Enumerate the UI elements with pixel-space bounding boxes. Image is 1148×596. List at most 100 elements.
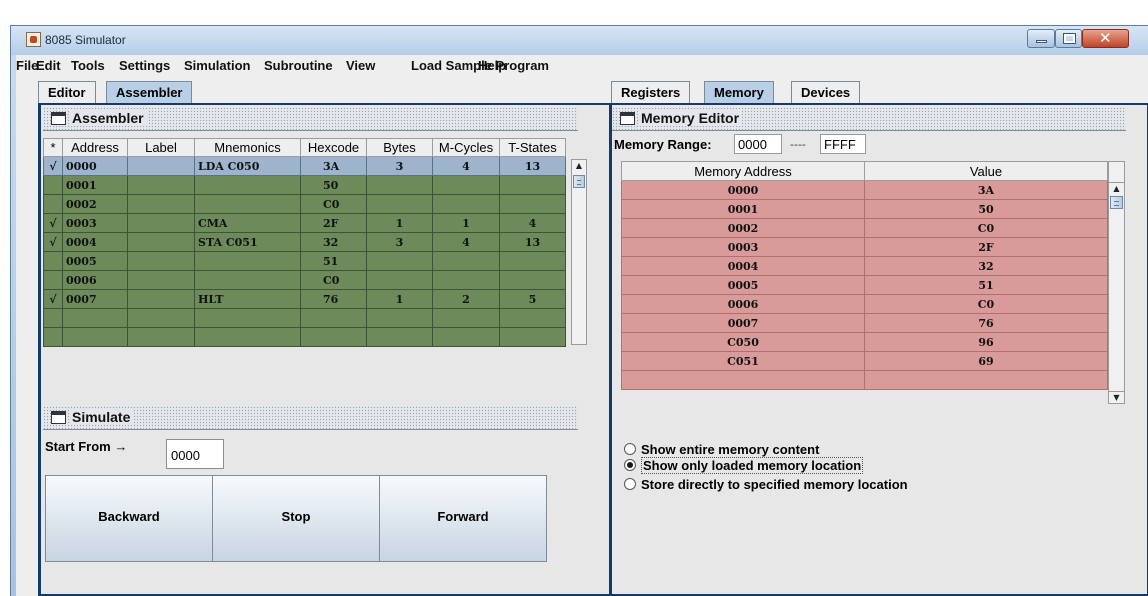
- cell-memory-address[interactable]: C051: [621, 351, 865, 371]
- cell-address[interactable]: 0007: [62, 289, 128, 309]
- cell-hexcode[interactable]: 2F: [300, 213, 367, 233]
- menu-view[interactable]: View: [346, 58, 375, 73]
- forward-button[interactable]: Forward: [379, 475, 547, 562]
- assembler-scrollbar[interactable]: ▲: [571, 159, 587, 345]
- table-row[interactable]: √ 0007 HLT 76 1 2 5: [43, 289, 566, 309]
- cell-value[interactable]: C0: [864, 218, 1108, 238]
- menu-subroutine[interactable]: Subroutine: [264, 58, 333, 73]
- cell-memory-address[interactable]: 0000: [621, 180, 865, 200]
- scroll-up-arrow-icon[interactable]: ▲: [1109, 182, 1124, 194]
- cell-label[interactable]: [127, 232, 195, 252]
- cell-m-cycles[interactable]: 1: [432, 213, 500, 233]
- cell-value[interactable]: C0: [864, 294, 1108, 314]
- table-row[interactable]: 0001 50: [43, 175, 566, 195]
- cell-m-cycles[interactable]: 4: [432, 232, 500, 252]
- memory-range-end-field[interactable]: FFFF: [820, 134, 866, 154]
- memory-option-3[interactable]: Store directly to specified memory locat…: [624, 477, 908, 492]
- cell-bytes[interactable]: [366, 194, 433, 214]
- column-header-memory-address[interactable]: Memory Address: [621, 161, 865, 181]
- table-row[interactable]: 0005 51: [43, 251, 566, 271]
- cell-hexcode[interactable]: [300, 327, 367, 347]
- cell-bytes[interactable]: [366, 327, 433, 347]
- cell-value[interactable]: 69: [864, 351, 1108, 371]
- column-header-marker[interactable]: *: [43, 138, 63, 157]
- cell-hexcode[interactable]: 50: [300, 175, 367, 195]
- table-row[interactable]: 0006 C0: [621, 294, 1108, 314]
- cell-hexcode[interactable]: [300, 308, 367, 328]
- cell-m-cycles[interactable]: [432, 194, 500, 214]
- cell-hexcode[interactable]: 3A: [300, 156, 367, 176]
- cell-label[interactable]: [127, 327, 195, 347]
- cell-mnemonic[interactable]: [194, 327, 301, 347]
- cell-address[interactable]: 0006: [62, 270, 128, 290]
- cell-marker[interactable]: [43, 308, 63, 328]
- cell-m-cycles[interactable]: 4: [432, 156, 500, 176]
- cell-bytes[interactable]: 1: [366, 213, 433, 233]
- column-header-hexcode[interactable]: Hexcode: [300, 138, 367, 157]
- cell-marker[interactable]: √: [43, 213, 63, 233]
- stop-button[interactable]: Stop: [212, 475, 380, 562]
- cell-label[interactable]: [127, 194, 195, 214]
- cell-bytes[interactable]: [366, 308, 433, 328]
- cell-t-states[interactable]: [499, 327, 566, 347]
- table-row[interactable]: √ 0003 CMA 2F 1 1 4: [43, 213, 566, 233]
- cell-memory-address[interactable]: [621, 370, 865, 390]
- cell-address[interactable]: 0002: [62, 194, 128, 214]
- cell-t-states[interactable]: 13: [499, 232, 566, 252]
- table-row[interactable]: √ 0004 STA C051 32 3 4 13: [43, 232, 566, 252]
- column-header-address[interactable]: Address: [62, 138, 128, 157]
- radio-button-icon[interactable]: [624, 478, 636, 490]
- table-row[interactable]: 0003 2F: [621, 237, 1108, 257]
- cell-marker[interactable]: √: [43, 232, 63, 252]
- table-row[interactable]: 0007 76: [621, 313, 1108, 333]
- tab-registers[interactable]: Registers: [611, 81, 691, 103]
- cell-t-states[interactable]: 13: [499, 156, 566, 176]
- cell-marker[interactable]: √: [43, 156, 63, 176]
- cell-marker[interactable]: [43, 194, 63, 214]
- cell-label[interactable]: [127, 175, 195, 195]
- cell-value[interactable]: 3A: [864, 180, 1108, 200]
- cell-label[interactable]: [127, 308, 195, 328]
- cell-memory-address[interactable]: 0006: [621, 294, 865, 314]
- cell-memory-address[interactable]: 0001: [621, 199, 865, 219]
- table-row[interactable]: C051 69: [621, 351, 1108, 371]
- cell-m-cycles[interactable]: [432, 175, 500, 195]
- table-row[interactable]: √ 0000 LDA C050 3A 3 4 13: [43, 156, 566, 176]
- cell-hexcode[interactable]: 51: [300, 251, 367, 271]
- cell-label[interactable]: [127, 213, 195, 233]
- cell-address[interactable]: [62, 327, 128, 347]
- table-row[interactable]: [43, 308, 566, 328]
- cell-address[interactable]: 0001: [62, 175, 128, 195]
- cell-m-cycles[interactable]: [432, 327, 500, 347]
- menu-simulation[interactable]: Simulation: [184, 58, 250, 73]
- cell-memory-address[interactable]: 0005: [621, 275, 865, 295]
- memory-range-start-field[interactable]: 0000: [734, 134, 782, 154]
- memory-option-2[interactable]: Show only loaded memory location: [624, 457, 864, 474]
- table-row[interactable]: 0002 C0: [621, 218, 1108, 238]
- cell-mnemonic[interactable]: [194, 251, 301, 271]
- cell-address[interactable]: 0005: [62, 251, 128, 271]
- cell-t-states[interactable]: [499, 251, 566, 271]
- cell-hexcode[interactable]: 76: [300, 289, 367, 309]
- cell-t-states[interactable]: 4: [499, 213, 566, 233]
- tab-devices[interactable]: Devices: [791, 81, 861, 103]
- cell-bytes[interactable]: 3: [366, 156, 433, 176]
- cell-m-cycles[interactable]: [432, 308, 500, 328]
- cell-value[interactable]: 2F: [864, 237, 1108, 257]
- start-from-input[interactable]: 0000: [166, 439, 224, 469]
- table-row[interactable]: 0005 51: [621, 275, 1108, 295]
- radio-button-icon[interactable]: [624, 459, 636, 471]
- scrollbar-thumb[interactable]: [573, 175, 585, 188]
- tab-editor[interactable]: Editor: [38, 81, 96, 103]
- cell-bytes[interactable]: 3: [366, 232, 433, 252]
- cell-mnemonic[interactable]: [194, 270, 301, 290]
- cell-value[interactable]: [864, 370, 1108, 390]
- table-row[interactable]: 0004 32: [621, 256, 1108, 276]
- cell-hexcode[interactable]: 32: [300, 232, 367, 252]
- cell-t-states[interactable]: [499, 308, 566, 328]
- cell-address[interactable]: 0003: [62, 213, 128, 233]
- cell-label[interactable]: [127, 251, 195, 271]
- cell-mnemonic[interactable]: CMA: [194, 213, 301, 233]
- cell-hexcode[interactable]: C0: [300, 194, 367, 214]
- memory-option-1[interactable]: Show entire memory content: [624, 442, 819, 457]
